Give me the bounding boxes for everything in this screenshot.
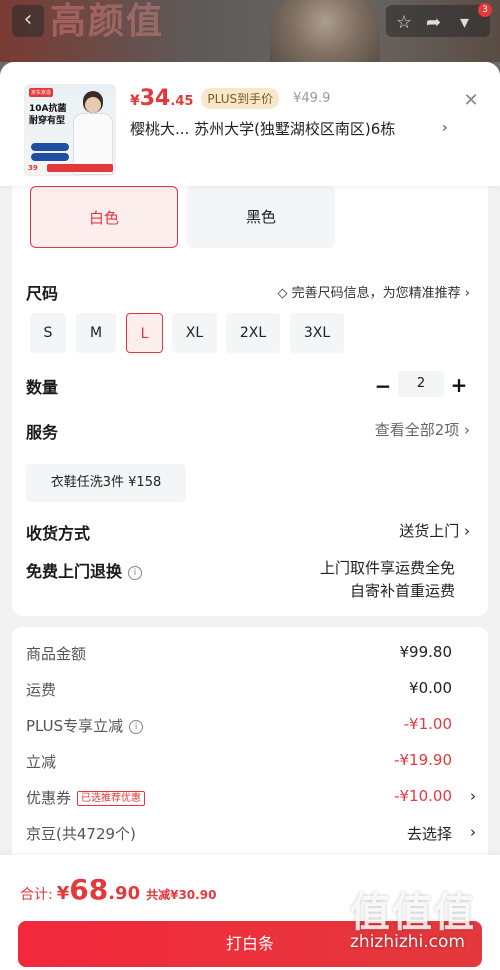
size-recommend-link[interactable]: ◇ 完善尺码信息，为您精准推荐 › <box>278 282 470 301</box>
shipping-value: ¥0.00 <box>409 679 452 697</box>
return-line-2: 自寄补首重运费 <box>349 582 455 600</box>
close-sheet-button[interactable]: ✕ <box>460 90 482 112</box>
chevron-right-icon[interactable]: › <box>470 787 476 805</box>
back-button[interactable]: ‹ <box>12 5 44 37</box>
fee-row-jingdou[interactable]: 京豆(共4729个) 去选择 › <box>26 823 476 847</box>
cart-icon[interactable]: ▾ <box>460 14 469 32</box>
chevron-right-icon[interactable]: › <box>470 823 476 841</box>
price-integer: 34 <box>139 86 171 111</box>
fee-row-plus: PLUS专享立减 i -¥1.00 <box>26 715 476 739</box>
quantity-decrease-button[interactable]: − <box>374 374 392 398</box>
backdrop-model-image <box>270 0 380 62</box>
share-icon[interactable]: ➦ <box>426 14 441 32</box>
total-label: 合计: <box>20 887 53 903</box>
size-label: 尺码 <box>26 284 59 303</box>
free-return-text: 免费上门退换 <box>26 562 123 581</box>
coupon-recommend-tag: 已选推荐优惠 <box>77 791 146 806</box>
fee-row-coupon[interactable]: 优惠券 已选推荐优惠 -¥10.00 › <box>26 787 476 811</box>
product-page-backdrop: 高颜值 ‹ ☆ ➦ ▾ 3 <box>0 0 500 62</box>
jingdou-value: 去选择 <box>406 825 452 843</box>
plus-discount-text: PLUS专享立减 <box>26 717 124 735</box>
product-thumbnail[interactable]: 京东京造 10A抗菌耐穿有型 39 <box>24 84 116 176</box>
jingdou-label: 京豆(共4729个) <box>26 825 136 843</box>
fee-row-goods: 商品金额 ¥99.80 <box>26 643 476 667</box>
instant-discount-value: -¥19.90 <box>394 751 452 769</box>
service-label: 服务 <box>26 423 59 442</box>
total-price: 合计: ¥ 68 .90 共减¥30.90 <box>20 873 216 906</box>
size-option-l[interactable]: L <box>126 313 163 353</box>
size-option-3xl[interactable]: 3XL <box>290 313 344 353</box>
checkout-bar: 合计: ¥ 68 .90 共减¥30.90 打白条 <box>0 855 500 970</box>
top-actions: ☆ ➦ ▾ <box>386 5 490 37</box>
delivery-method-label: 收货方式 <box>26 524 91 543</box>
fee-row-shipping: 运费 ¥0.00 <box>26 679 476 703</box>
coupon-value: -¥10.00 <box>394 787 452 805</box>
delivery-method-value[interactable]: 送货上门 › <box>399 520 470 541</box>
size-option-xl[interactable]: XL <box>172 313 217 353</box>
info-icon[interactable]: i <box>129 719 144 734</box>
delivery-address[interactable]: 樱桃大... 苏州大学(独墅湖校区南区)6栋 <box>130 118 460 139</box>
goods-amount-label: 商品金额 <box>26 645 87 663</box>
free-return-details: 上门取件享运费全免 自寄补首重运费 <box>320 557 455 603</box>
free-return-label: 免费上门退换 i <box>26 558 143 582</box>
sku-selector-sheet: 京东京造 10A抗菌耐穿有型 39 ¥ 34 .45 PLUS到手价 ¥49.9… <box>0 62 500 970</box>
quantity-label: 数量 <box>26 378 59 397</box>
coupon-label: 优惠券 已选推荐优惠 <box>26 787 146 808</box>
price-row: ¥ 34 .45 PLUS到手价 ¥49.9 <box>130 86 331 111</box>
options-card: 白色 黑色 尺码 ◇ 完善尺码信息，为您精准推荐 › S M L XL 2XL … <box>12 172 488 616</box>
plus-price-tag: PLUS到手价 <box>201 87 280 109</box>
size-option-m[interactable]: M <box>76 313 116 353</box>
thumb-strip <box>47 164 113 172</box>
thumb-price: 39 <box>28 164 38 172</box>
price-currency: ¥ <box>130 93 140 109</box>
chevron-left-icon: ‹ <box>23 7 33 32</box>
coupon-text: 优惠券 <box>26 789 72 807</box>
info-icon[interactable]: i <box>128 565 143 580</box>
cart-count-badge: 3 <box>478 3 492 17</box>
thumb-pill <box>31 153 69 161</box>
return-line-1: 上门取件享运费全免 <box>319 559 455 577</box>
color-option-white[interactable]: 白色 <box>30 186 178 248</box>
total-saved: 共减¥30.90 <box>146 888 217 902</box>
shipping-label: 运费 <box>26 681 57 699</box>
goods-amount-value: ¥99.80 <box>399 643 453 661</box>
size-hint-text: 完善尺码信息，为您精准推荐 › <box>291 286 470 301</box>
quantity-input[interactable]: 2 <box>398 371 444 397</box>
star-icon[interactable]: ☆ <box>396 14 412 32</box>
sheet-header: 京东京造 10A抗菌耐穿有型 39 ¥ 34 .45 PLUS到手价 ¥49.9… <box>0 62 500 186</box>
pay-with-baitiao-button[interactable]: 打白条 <box>18 921 482 967</box>
original-price: ¥49.9 <box>293 90 331 106</box>
thumb-brand: 京东京造 <box>29 88 54 97</box>
backdrop-banner-text: 高颜值 <box>50 1 165 42</box>
chevron-right-icon[interactable]: › <box>442 120 448 136</box>
total-currency: ¥ <box>56 883 70 904</box>
plus-discount-label: PLUS专享立减 i <box>26 715 144 736</box>
plus-discount-value: -¥1.00 <box>403 715 452 733</box>
total-integer: 68 <box>69 873 109 906</box>
quantity-increase-button[interactable]: + <box>450 373 468 397</box>
size-option-s[interactable]: S <box>30 313 66 353</box>
price-decimal: .45 <box>170 94 194 109</box>
close-icon: ✕ <box>463 90 479 111</box>
price-breakdown-card: 商品金额 ¥99.80 运费 ¥0.00 PLUS专享立减 i -¥1.00 立减… <box>12 627 488 867</box>
fee-row-discount: 立减 -¥19.90 <box>26 751 476 775</box>
service-chip-laundry[interactable]: 衣鞋任洗3件 ¥158 <box>26 464 186 502</box>
thumb-pill <box>31 143 69 151</box>
total-decimal: .90 <box>108 883 141 904</box>
instant-discount-label: 立减 <box>26 753 57 771</box>
size-option-2xl[interactable]: 2XL <box>226 313 280 353</box>
view-all-services-link[interactable]: 查看全部2项 › <box>375 419 470 440</box>
color-option-black[interactable]: 黑色 <box>187 186 335 248</box>
thumb-title: 10A抗菌耐穿有型 <box>29 104 67 126</box>
tag-icon: ◇ <box>277 286 292 301</box>
